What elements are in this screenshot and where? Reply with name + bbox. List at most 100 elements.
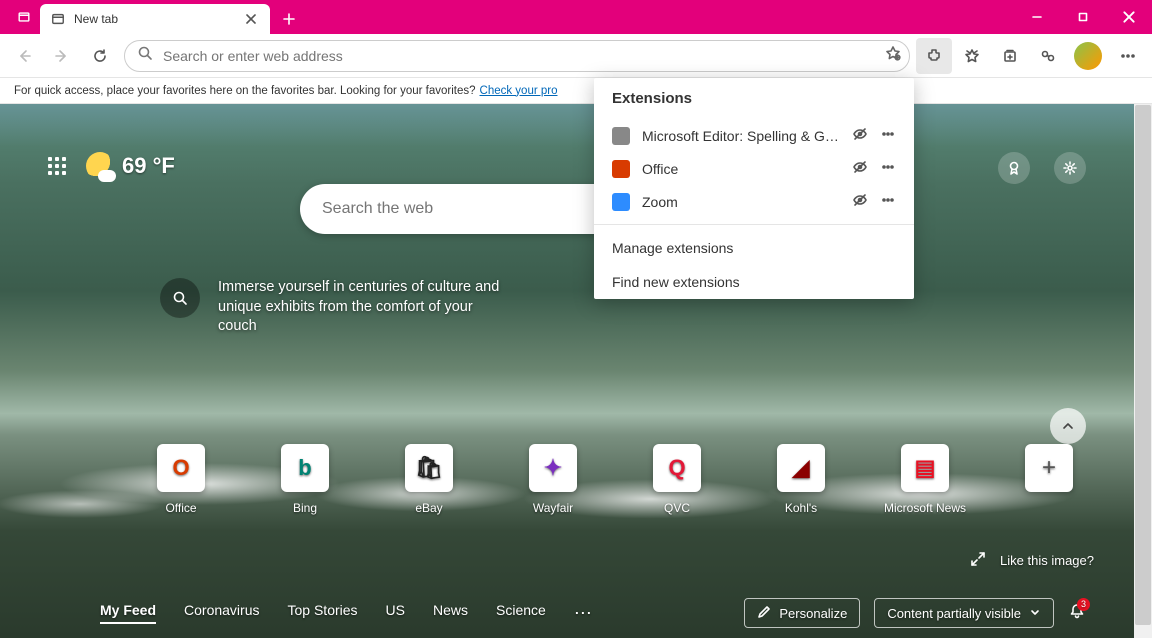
site-label: Office bbox=[165, 501, 196, 515]
plus-icon: + bbox=[1025, 444, 1073, 492]
expand-icon bbox=[970, 551, 986, 570]
pencil-icon bbox=[757, 605, 771, 622]
new-tab-page: 69 °F Immerse yourself in centuries of c… bbox=[0, 104, 1134, 638]
refresh-button[interactable] bbox=[82, 38, 118, 74]
extension-icon bbox=[612, 160, 630, 178]
close-window-button[interactable] bbox=[1106, 0, 1152, 34]
apps-grid-icon[interactable] bbox=[48, 157, 66, 175]
extension-menu-button[interactable] bbox=[880, 126, 896, 145]
feed-tab[interactable]: Top Stories bbox=[288, 602, 358, 624]
site-label: QVC bbox=[664, 501, 690, 515]
feed-tab[interactable]: Coronavirus bbox=[184, 602, 259, 624]
extension-icon bbox=[612, 193, 630, 211]
extension-row[interactable]: Zoom bbox=[594, 185, 914, 218]
site-label: eBay bbox=[415, 501, 442, 515]
top-site[interactable]: 🛍 eBay bbox=[398, 444, 460, 515]
top-site[interactable]: Q QVC bbox=[646, 444, 708, 515]
search-icon bbox=[137, 45, 153, 66]
content-mode-button[interactable]: Content partially visible bbox=[874, 598, 1054, 628]
extensions-popup: Extensions Microsoft Editor: Spelling & … bbox=[594, 78, 914, 299]
forward-button[interactable] bbox=[44, 38, 80, 74]
find-extensions-link[interactable]: Find new extensions bbox=[594, 265, 914, 299]
top-site[interactable]: b Bing bbox=[274, 444, 336, 515]
site-tile: O bbox=[157, 444, 205, 492]
maximize-button[interactable] bbox=[1060, 0, 1106, 34]
personalize-label: Personalize bbox=[779, 606, 847, 621]
content-mode-label: Content partially visible bbox=[887, 606, 1021, 621]
hide-extension-button[interactable] bbox=[852, 126, 868, 145]
new-tab-button[interactable] bbox=[274, 4, 304, 34]
extension-name: Office bbox=[642, 161, 840, 177]
site-label: Bing bbox=[293, 501, 317, 515]
scroll-to-top-button[interactable] bbox=[1050, 408, 1086, 444]
extensions-popup-title: Extensions bbox=[594, 78, 914, 119]
rewards-icon[interactable] bbox=[998, 152, 1030, 184]
extension-row[interactable]: Office bbox=[594, 152, 914, 185]
promo-icon bbox=[160, 278, 200, 318]
feed-tab[interactable]: My Feed bbox=[100, 602, 156, 624]
site-tile: ◢ bbox=[777, 444, 825, 492]
site-tile: Q bbox=[653, 444, 701, 492]
site-tile: ✦ bbox=[529, 444, 577, 492]
like-image-prompt[interactable]: Like this image? bbox=[970, 551, 1094, 570]
extension-menu-button[interactable] bbox=[880, 159, 896, 178]
profile-avatar[interactable] bbox=[1074, 42, 1102, 70]
site-tile: 🛍 bbox=[405, 444, 453, 492]
extension-name: Zoom bbox=[642, 194, 840, 210]
hide-extension-button[interactable] bbox=[852, 192, 868, 211]
extension-menu-button[interactable] bbox=[880, 192, 896, 211]
address-input[interactable] bbox=[163, 48, 885, 64]
minimize-button[interactable] bbox=[1014, 0, 1060, 34]
site-tile: b bbox=[281, 444, 329, 492]
extension-row[interactable]: Microsoft Editor: Spelling & Gram… bbox=[594, 119, 914, 152]
hide-extension-button[interactable] bbox=[852, 159, 868, 178]
site-tile: ▤ bbox=[901, 444, 949, 492]
add-favorite-button[interactable] bbox=[885, 45, 901, 66]
personalize-button[interactable]: Personalize bbox=[744, 598, 860, 628]
tab-title: New tab bbox=[74, 12, 242, 26]
site-label: Kohl's bbox=[785, 501, 817, 515]
extension-icon bbox=[612, 127, 630, 145]
toolbar bbox=[0, 34, 1152, 78]
browser-tab[interactable]: New tab bbox=[40, 4, 270, 34]
notification-badge: 3 bbox=[1077, 598, 1090, 611]
top-site[interactable]: ▤Microsoft News bbox=[894, 444, 956, 515]
tab-actions-button[interactable] bbox=[8, 0, 40, 34]
address-bar[interactable] bbox=[124, 40, 910, 72]
site-label: Wayfair bbox=[533, 501, 573, 515]
temperature: 69 °F bbox=[122, 153, 175, 179]
feed-more-button[interactable]: ⋯ bbox=[574, 603, 594, 624]
site-label: Microsoft News bbox=[884, 501, 966, 515]
top-site[interactable]: ◢ Kohl's bbox=[770, 444, 832, 515]
weather-widget[interactable]: 69 °F bbox=[86, 152, 175, 180]
performance-button[interactable] bbox=[1030, 38, 1066, 74]
favorites-bar-link[interactable]: Check your pro bbox=[480, 85, 558, 97]
favorites-button[interactable] bbox=[954, 38, 990, 74]
feed-tab[interactable]: Science bbox=[496, 602, 546, 624]
top-site[interactable]: O Office bbox=[150, 444, 212, 515]
page-scrollbar[interactable] bbox=[1134, 104, 1152, 638]
feed-bar: My Feed Coronavirus Top Stories US News Scien… bbox=[0, 588, 1134, 638]
chevron-down-icon bbox=[1029, 606, 1041, 621]
feed-tab[interactable]: News bbox=[433, 602, 468, 624]
weather-icon bbox=[86, 152, 114, 180]
titlebar: New tab bbox=[0, 0, 1152, 34]
tab-favicon bbox=[50, 11, 66, 27]
back-button[interactable] bbox=[6, 38, 42, 74]
feed-tab[interactable]: US bbox=[386, 602, 405, 624]
collections-button[interactable] bbox=[992, 38, 1028, 74]
extension-name: Microsoft Editor: Spelling & Gram… bbox=[642, 128, 840, 144]
settings-icon[interactable] bbox=[1054, 152, 1086, 184]
app-menu-button[interactable] bbox=[1110, 38, 1146, 74]
promo-text: Immerse yourself in centuries of culture… bbox=[218, 278, 500, 337]
like-image-text: Like this image? bbox=[1000, 553, 1094, 568]
top-site[interactable]: ✦ Wayfair bbox=[522, 444, 584, 515]
add-site-button[interactable]: + bbox=[1018, 444, 1080, 515]
manage-extensions-link[interactable]: Manage extensions bbox=[594, 231, 914, 265]
favorites-bar: For quick access, place your favorites h… bbox=[0, 78, 1152, 104]
favorites-bar-text: For quick access, place your favorites h… bbox=[14, 85, 476, 97]
tab-close-button[interactable] bbox=[242, 10, 260, 28]
notifications-button[interactable]: 3 bbox=[1068, 602, 1086, 625]
extensions-button[interactable] bbox=[916, 38, 952, 74]
promo-block[interactable]: Immerse yourself in centuries of culture… bbox=[160, 278, 500, 337]
